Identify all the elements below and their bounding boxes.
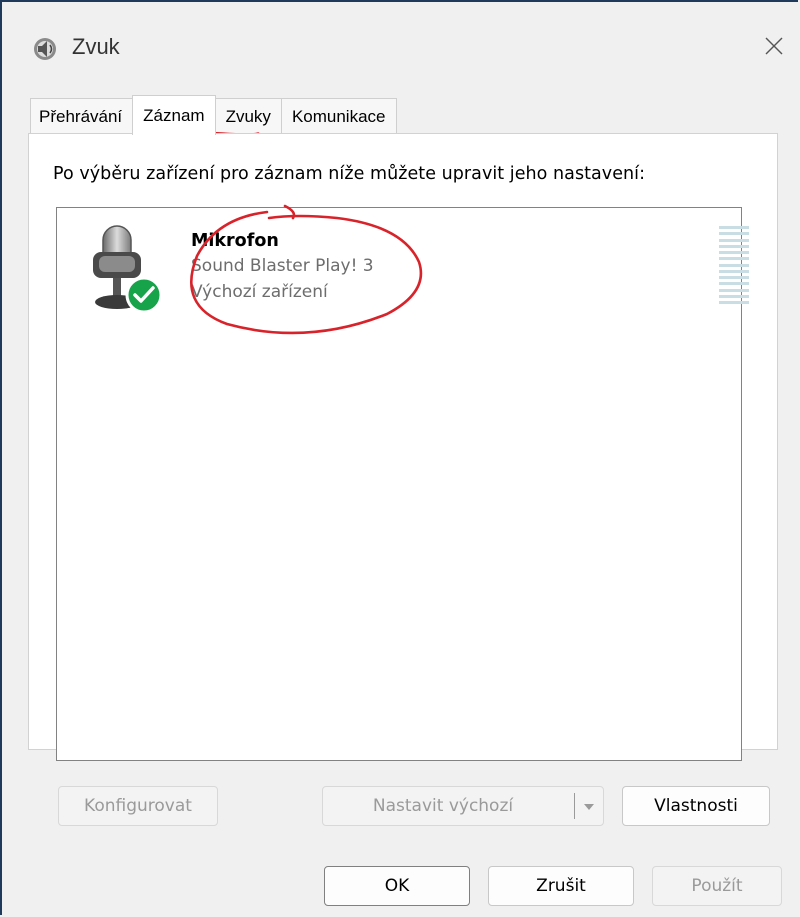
speaker-icon: [34, 38, 56, 60]
level-bar: [719, 251, 749, 254]
level-bar: [719, 294, 749, 298]
close-button[interactable]: [750, 22, 798, 70]
set-default-split-button[interactable]: Nastavit výchozí: [322, 786, 604, 826]
level-bar: [719, 232, 749, 236]
level-bar: [719, 257, 749, 261]
sound-dialog-window: Zvuk Přehrávání Záznam Zvuky Komunikace …: [0, 0, 798, 915]
recording-device-list[interactable]: Mikrofon Sound Blaster Play! 3 Výchozí z…: [56, 204, 749, 761]
properties-button[interactable]: Vlastnosti: [622, 786, 770, 826]
checkmark-icon: [125, 276, 163, 314]
set-default-label: Nastavit výchozí: [372, 796, 514, 816]
apply-button[interactable]: Použít: [652, 866, 782, 906]
device-description: Sound Blaster Play! 3: [191, 256, 374, 276]
ok-button[interactable]: OK: [324, 866, 470, 906]
list-item[interactable]: Mikrofon Sound Blaster Play! 3 Výchozí z…: [57, 204, 749, 335]
chevron-down-icon[interactable]: [581, 799, 597, 815]
split-divider: [574, 793, 575, 819]
cancel-button[interactable]: Zrušit: [488, 866, 634, 906]
device-name: Mikrofon: [191, 231, 279, 251]
level-meter: [719, 226, 749, 304]
tab-strip: Přehrávání Záznam Zvuky Komunikace: [30, 95, 397, 135]
level-bar: [719, 282, 749, 286]
level-bar: [719, 288, 749, 292]
level-bar: [719, 276, 749, 279]
tab-recording[interactable]: Záznam: [132, 95, 216, 135]
tab-sounds[interactable]: Zvuky: [214, 98, 282, 134]
level-bar: [719, 244, 749, 248]
level-bar: [719, 301, 749, 304]
level-bar: [719, 269, 749, 273]
device-status: Výchozí zařízení: [191, 282, 328, 302]
configure-button[interactable]: Konfigurovat: [58, 786, 218, 826]
recording-panel: Po výběru zařízení pro záznam níže můžet…: [28, 133, 778, 761]
title-bar: Zvuk: [2, 2, 798, 90]
tab-playback[interactable]: Přehrávání: [30, 98, 134, 134]
tab-communication[interactable]: Komunikace: [280, 98, 397, 134]
level-bar: [719, 238, 749, 242]
level-bar: [719, 263, 749, 267]
level-bar: [719, 226, 749, 229]
instruction-text: Po výběru zařízení pro záznam níže můžet…: [53, 164, 646, 184]
close-icon: [765, 37, 783, 55]
red-circle-annotation: [190, 204, 423, 335]
window-title: Zvuk: [72, 34, 120, 59]
